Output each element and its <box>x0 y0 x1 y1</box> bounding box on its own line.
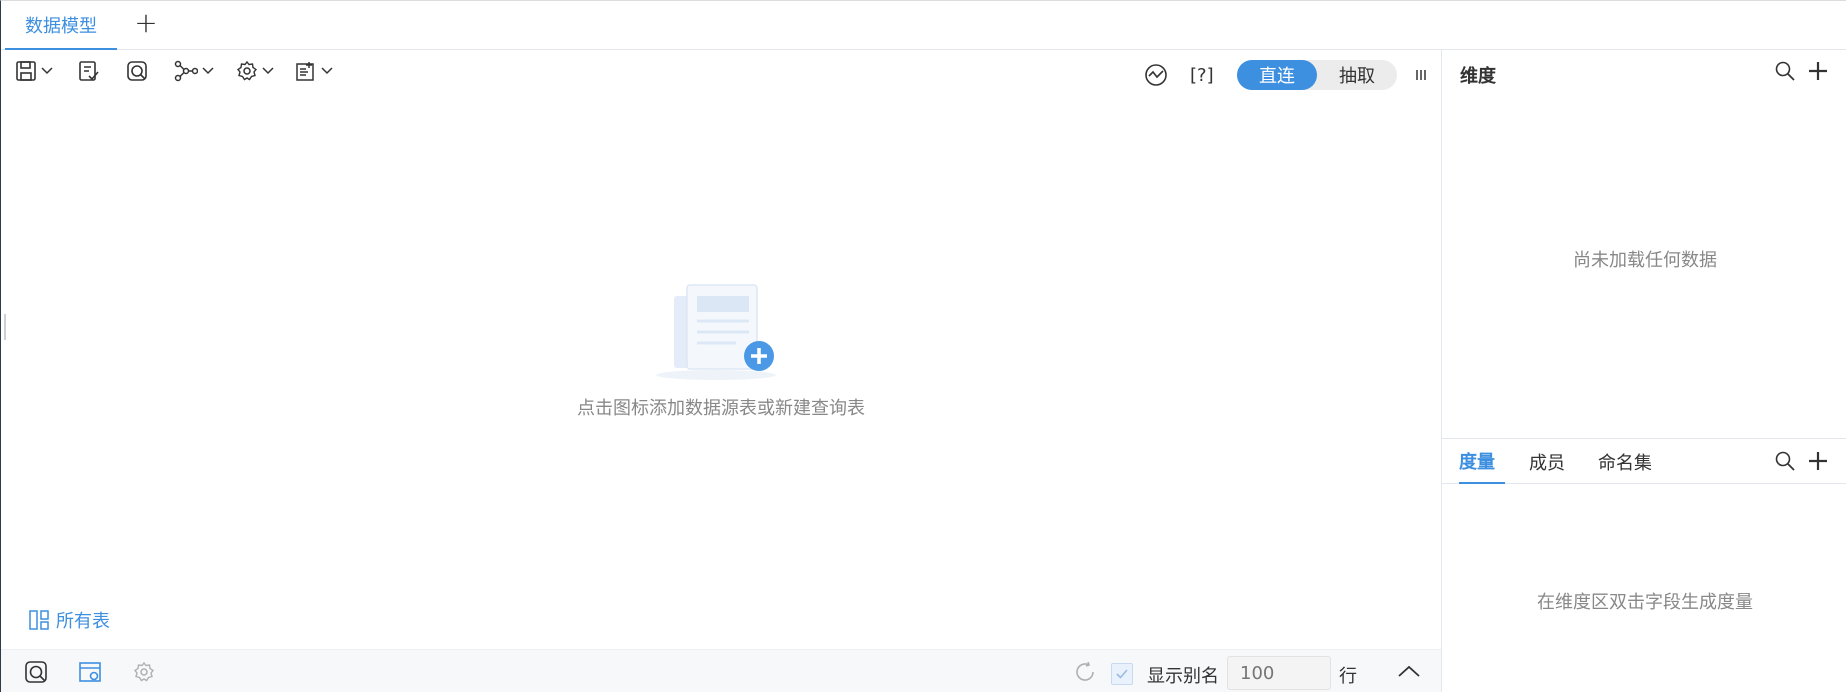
vertical-bars-icon <box>1416 70 1426 80</box>
mode-extract[interactable]: 抽取 <box>1317 60 1397 90</box>
add-measure-icon[interactable] <box>1807 450 1829 472</box>
row-count-input[interactable] <box>1227 656 1331 690</box>
show-alias-checkbox[interactable] <box>1111 663 1133 685</box>
panel-resize-handle[interactable] <box>4 314 6 340</box>
check-icon <box>1116 669 1128 679</box>
chevron-down-icon <box>41 67 53 75</box>
app-window: 数据模型 + [?] 直连 抽取 点击图标添加数据源表或新建查询表 所有表 显示… <box>0 0 1846 692</box>
show-alias-label: 显示别名 <box>1147 666 1219 687</box>
tab-data-model[interactable]: 数据模型 <box>5 1 117 50</box>
fields-panel: 维度 尚未加载任何数据 度量 成员 命名集 在维度区双击字段生成度量 <box>1441 50 1846 692</box>
save-dropdown-button[interactable] <box>15 56 53 86</box>
settings-dropdown-button[interactable] <box>236 56 274 86</box>
toolbar: [?] 直连 抽取 <box>1 50 1441 92</box>
measure-tabs: 度量 成员 命名集 <box>1442 439 1846 484</box>
gear-icon[interactable] <box>132 660 156 684</box>
row-unit-label: 行 <box>1339 666 1357 687</box>
settings-icon <box>236 60 258 81</box>
more-button[interactable] <box>1415 60 1427 90</box>
connection-mode-toggle[interactable]: 直连 抽取 <box>1237 60 1397 90</box>
dimension-empty-text: 尚未加载任何数据 <box>1573 250 1717 271</box>
all-tables-label: 所有表 <box>56 611 110 632</box>
tab-member[interactable]: 成员 <box>1529 439 1565 484</box>
tab-measure[interactable]: 度量 <box>1459 439 1505 484</box>
help-button[interactable]: [?] <box>1190 60 1214 90</box>
data-icon <box>296 62 314 81</box>
window-settings-icon[interactable] <box>78 660 102 684</box>
tab-bar: 数据模型 + <box>1 1 1846 50</box>
refresh-icon[interactable] <box>1073 660 1097 684</box>
validate-button[interactable] <box>78 56 100 86</box>
empty-canvas-hint: 点击图标添加数据源表或新建查询表 <box>577 398 865 419</box>
all-tables-button[interactable]: 所有表 <box>28 607 110 633</box>
save-icon <box>16 61 36 81</box>
analysis-button[interactable] <box>1144 60 1168 90</box>
relationship-icon <box>174 60 198 82</box>
measure-empty-text: 在维度区双击字段生成度量 <box>1537 592 1753 613</box>
chevron-down-icon <box>321 67 333 75</box>
model-canvas[interactable]: 点击图标添加数据源表或新建查询表 所有表 <box>1 92 1441 649</box>
data-dropdown-button[interactable] <box>295 56 333 86</box>
search-icon[interactable] <box>1774 60 1796 82</box>
mode-direct[interactable]: 直连 <box>1237 60 1317 90</box>
query-table-button[interactable] <box>126 56 148 86</box>
chevron-down-icon <box>202 67 214 75</box>
relationship-dropdown-button[interactable] <box>174 56 214 86</box>
bottom-bar: 显示别名 行 <box>1 649 1441 692</box>
chevron-up-icon[interactable] <box>1397 662 1421 680</box>
add-document-icon[interactable] <box>656 282 786 382</box>
tab-named-set[interactable]: 命名集 <box>1598 439 1652 484</box>
query-table-icon <box>127 61 147 81</box>
add-dimension-icon[interactable] <box>1807 60 1829 82</box>
trend-icon <box>1145 64 1167 86</box>
dimension-title: 维度 <box>1460 66 1496 87</box>
check-document-icon <box>79 61 99 81</box>
layout-icon <box>29 610 49 630</box>
preview-icon[interactable] <box>24 660 48 684</box>
add-tab-button[interactable]: + <box>131 9 161 39</box>
search-icon[interactable] <box>1774 450 1796 472</box>
chevron-down-icon <box>262 67 274 75</box>
